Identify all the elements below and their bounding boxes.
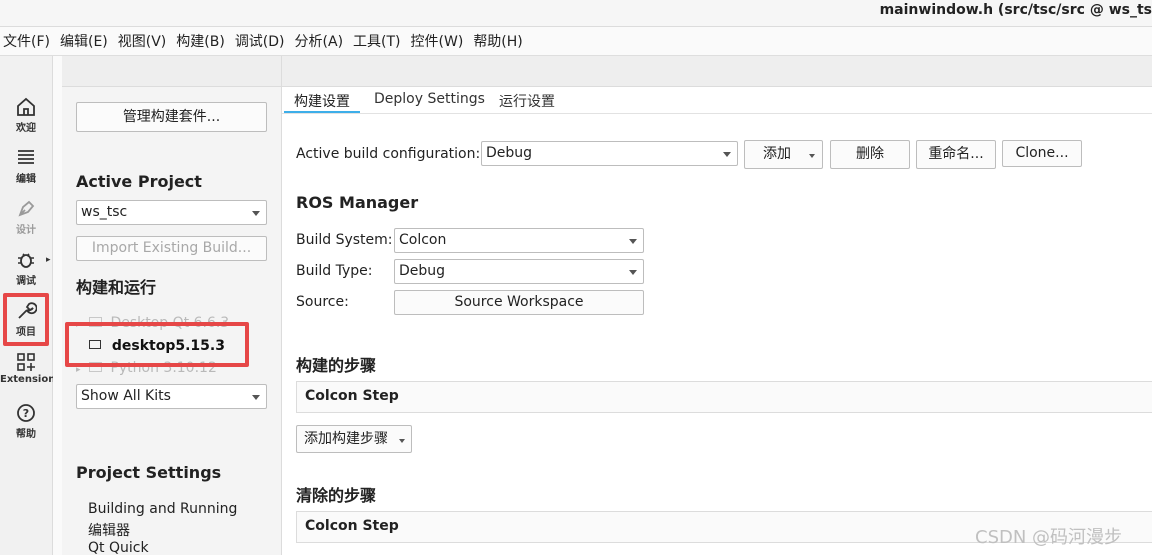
tab-run-settings[interactable]: 运行设置: [499, 91, 555, 111]
extensions-grid-icon: [17, 353, 35, 371]
menu-edit[interactable]: 编辑(E): [57, 31, 115, 51]
add-build-step-label: 添加构建步骤: [304, 431, 388, 447]
mode-label: 调试: [16, 276, 36, 287]
mode-label: Extensions: [0, 374, 62, 385]
home-icon: [17, 97, 35, 116]
help-circle-icon: ?: [17, 404, 35, 422]
build-type-value: Debug: [399, 263, 446, 279]
build-type-label: Build Type:: [296, 263, 373, 279]
mode-label: 帮助: [16, 429, 36, 440]
title-bar: mainwindow.h (src/tsc/src @ ws_ts: [0, 0, 1152, 27]
menu-file[interactable]: 文件(F): [0, 31, 57, 51]
mode-design[interactable]: 设计: [0, 198, 52, 248]
active-config-select[interactable]: Debug: [481, 141, 738, 166]
bug-icon: [18, 253, 34, 268]
source-label: Source:: [296, 294, 349, 310]
project-select[interactable]: ws_tsc: [76, 200, 267, 225]
mode-extensions[interactable]: Extensions: [0, 351, 62, 401]
source-workspace-button[interactable]: Source Workspace: [394, 290, 644, 315]
mode-label: 编辑: [16, 174, 36, 185]
menu-build[interactable]: 构建(B): [173, 31, 232, 51]
project-settings-heading: Project Settings: [76, 463, 222, 482]
add-config-button[interactable]: 添加: [744, 140, 823, 169]
build-system-select[interactable]: Colcon: [394, 228, 644, 253]
kit-filter-value: Show All Kits: [81, 388, 171, 404]
mode-debug[interactable]: 调试 ▸: [0, 249, 52, 299]
menu-controls[interactable]: 控件(W): [408, 31, 471, 51]
pane-toolbar: [282, 56, 1152, 87]
rename-config-button[interactable]: 重命名...: [916, 140, 996, 169]
chevron-down-icon: [252, 210, 260, 216]
highlight-selected-kit: [65, 322, 249, 367]
tab-deploy-settings[interactable]: Deploy Settings: [374, 91, 485, 107]
build-system-value: Colcon: [399, 232, 447, 248]
window-title: mainwindow.h (src/tsc/src @ ws_ts: [879, 2, 1152, 18]
active-project-heading: Active Project: [76, 172, 202, 191]
add-build-step-button[interactable]: 添加构建步骤: [296, 425, 412, 453]
chevron-right-icon: ▸: [46, 255, 51, 265]
mode-edit[interactable]: 编辑: [0, 147, 52, 197]
tab-bar-divider: [282, 113, 1152, 114]
ros-manager-heading: ROS Manager: [296, 193, 419, 212]
build-steps-heading: 构建的步骤: [296, 356, 377, 375]
pane-toolbar: [62, 56, 281, 87]
pen-icon: [18, 200, 35, 217]
settings-item[interactable]: Qt Quick: [88, 540, 149, 556]
mode-label: 设计: [16, 225, 36, 236]
menu-tools[interactable]: 工具(T): [350, 31, 407, 51]
watermark: CSDN @码河漫步: [975, 527, 1123, 548]
chevron-down-icon: [252, 394, 260, 400]
splitter[interactable]: [53, 56, 62, 555]
chevron-down-icon: [399, 439, 405, 443]
menu-analyze[interactable]: 分析(A): [292, 31, 351, 51]
manage-kits-button[interactable]: 管理构建套件...: [76, 102, 267, 132]
active-config-value: Debug: [486, 145, 533, 161]
chevron-down-icon: [723, 151, 731, 157]
clean-steps-heading: 清除的步骤: [296, 486, 377, 505]
menu-bar: 文件(F) 编辑(E) 视图(V) 构建(B) 调试(D) 分析(A) 工具(T…: [0, 27, 1152, 56]
menu-view[interactable]: 视图(V): [115, 31, 174, 51]
active-config-label: Active build configuration:: [296, 146, 481, 162]
chevron-down-icon: [809, 154, 815, 158]
svg-text:?: ?: [23, 407, 29, 420]
build-step-row[interactable]: Colcon Step: [296, 381, 1152, 413]
menu-help[interactable]: 帮助(H): [470, 31, 529, 51]
highlight-projects-mode: [3, 293, 49, 346]
mode-welcome[interactable]: 欢迎: [0, 96, 52, 146]
text-lines-icon: [18, 150, 34, 164]
build-run-heading: 构建和运行: [76, 278, 157, 297]
chevron-down-icon: [629, 238, 637, 244]
import-existing-build-button[interactable]: Import Existing Build...: [76, 236, 267, 261]
tab-build-settings[interactable]: 构建设置: [294, 91, 350, 111]
delete-config-button[interactable]: 删除: [830, 140, 910, 169]
project-select-value: ws_tsc: [81, 204, 128, 220]
add-config-label: 添加: [763, 146, 791, 162]
chevron-down-icon: [629, 269, 637, 275]
build-step-name: Colcon Step: [305, 388, 399, 404]
build-type-select[interactable]: Debug: [394, 259, 644, 284]
clean-step-name: Colcon Step: [305, 518, 399, 534]
kit-filter-select[interactable]: Show All Kits: [76, 384, 267, 409]
menu-debug[interactable]: 调试(D): [232, 31, 292, 51]
settings-item[interactable]: 编辑器: [88, 520, 130, 540]
clone-config-button[interactable]: Clone...: [1002, 140, 1082, 167]
settings-item[interactable]: Building and Running: [88, 501, 237, 517]
mode-help[interactable]: ? 帮助: [0, 402, 52, 452]
mode-label: 欢迎: [16, 123, 36, 134]
build-system-label: Build System:: [296, 232, 393, 248]
